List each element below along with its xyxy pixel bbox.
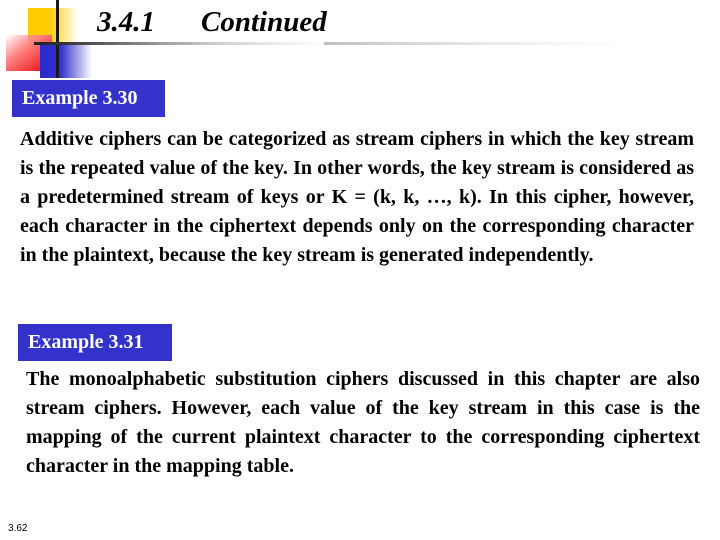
section-title: Continued bbox=[201, 6, 327, 38]
slide-decoration-logo bbox=[0, 0, 100, 82]
example-paragraph: Additive ciphers can be categorized as s… bbox=[20, 128, 694, 266]
example-label: Example 3.30 bbox=[12, 80, 165, 117]
page-number: 3.62 bbox=[8, 523, 28, 534]
title-underline-fade bbox=[324, 42, 634, 45]
section-number: 3.4.1 bbox=[97, 6, 155, 38]
blue-square-decoration bbox=[40, 44, 92, 78]
example-label: Example 3.31 bbox=[18, 324, 172, 361]
vertical-rule-decoration bbox=[56, 0, 59, 78]
example-paragraph: The monoalphabetic substitution ciphers … bbox=[26, 368, 700, 477]
title-underline bbox=[34, 42, 324, 45]
